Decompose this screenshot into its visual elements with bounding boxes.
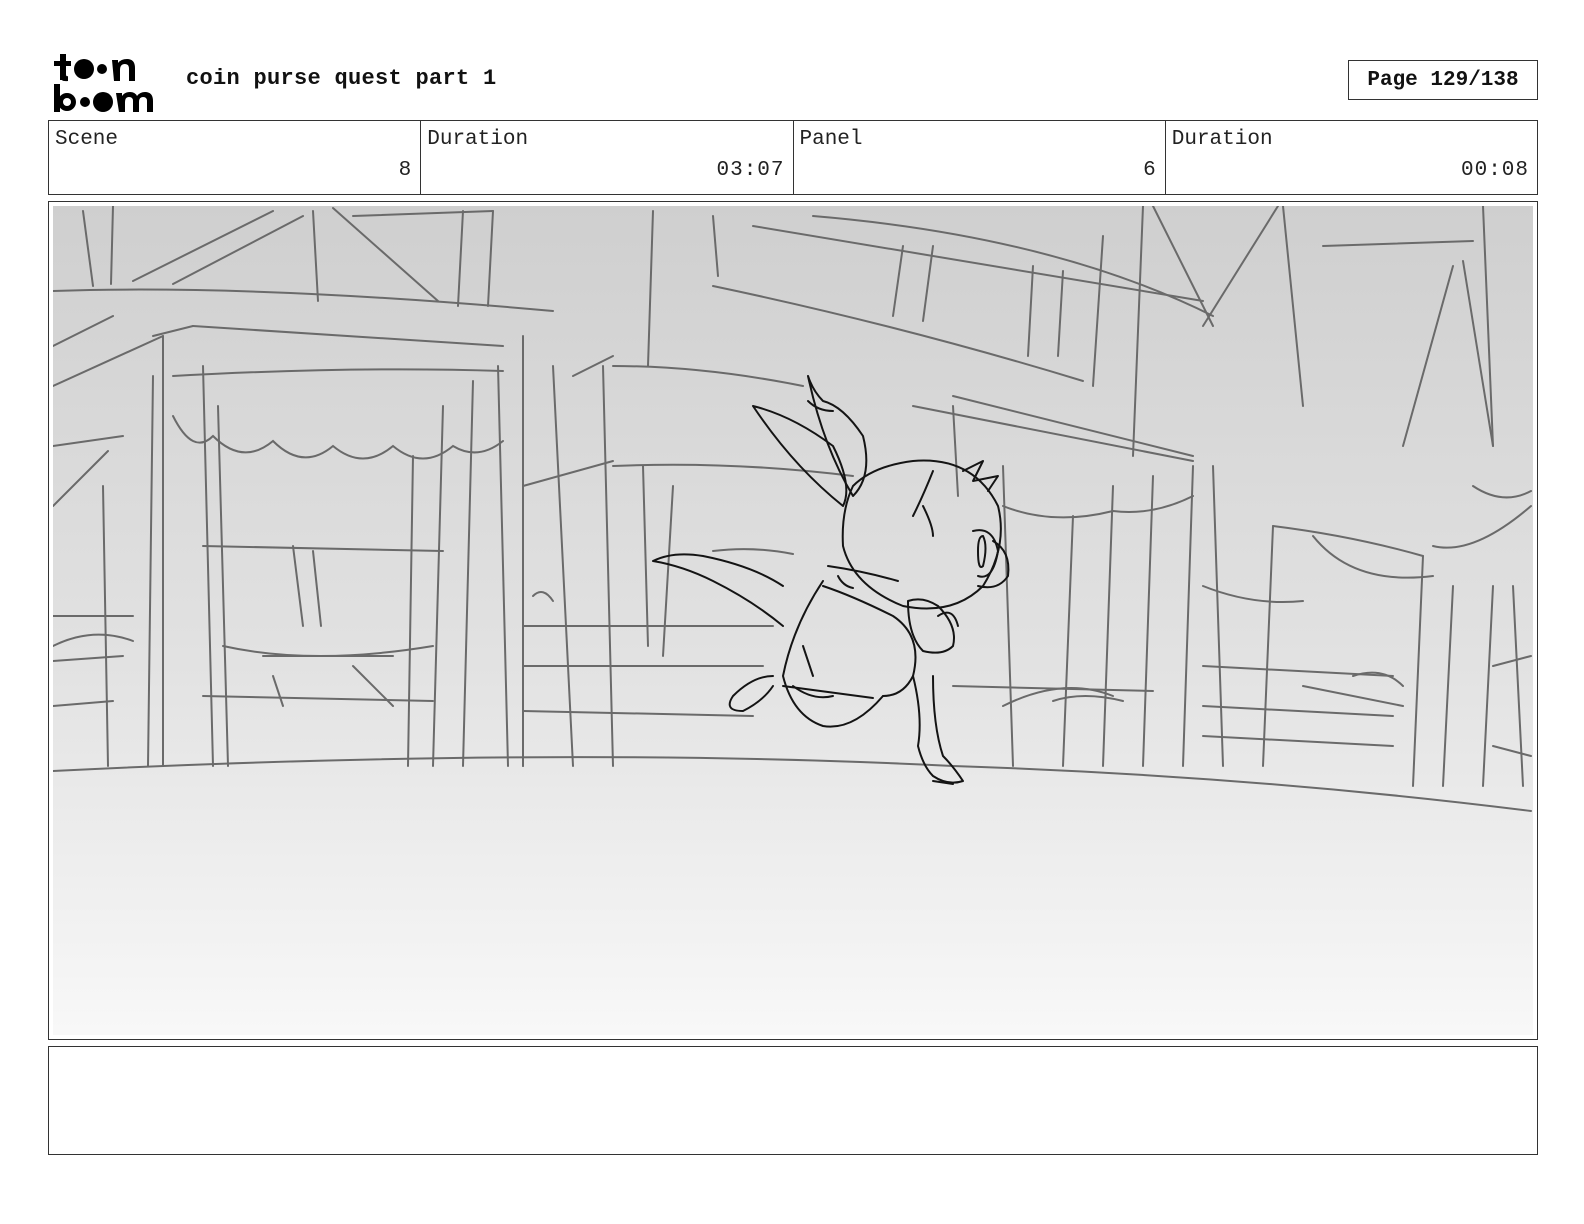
toon-boom-logo: [54, 54, 153, 112]
panel-duration-label: Duration: [1171, 128, 1273, 151]
scene-info-bar: Scene 8 Duration 03:07 Panel 6 Duration …: [48, 120, 1538, 195]
scene-cell: Scene 8: [49, 121, 422, 194]
storyboard-sketch-image: [53, 206, 1533, 1035]
scene-duration-value: 03:07: [716, 159, 785, 182]
scene-label: Scene: [55, 128, 119, 151]
panel-notes-box: [48, 1046, 1538, 1155]
panel-duration-cell: Duration 00:08: [1166, 121, 1537, 194]
panel-cell: Panel 6: [794, 121, 1166, 194]
storyboard-panel: [48, 201, 1538, 1040]
panel-value: 6: [1143, 159, 1157, 182]
scene-duration-cell: Duration 03:07: [421, 121, 794, 194]
scene-value: 8: [398, 159, 413, 182]
project-title: coin purse quest part 1: [186, 66, 497, 91]
panel-label: Panel: [799, 128, 863, 151]
panel-duration-value: 00:08: [1460, 159, 1529, 182]
page-indicator: Page 129/138: [1348, 60, 1538, 100]
scene-duration-label: Duration: [427, 128, 529, 151]
